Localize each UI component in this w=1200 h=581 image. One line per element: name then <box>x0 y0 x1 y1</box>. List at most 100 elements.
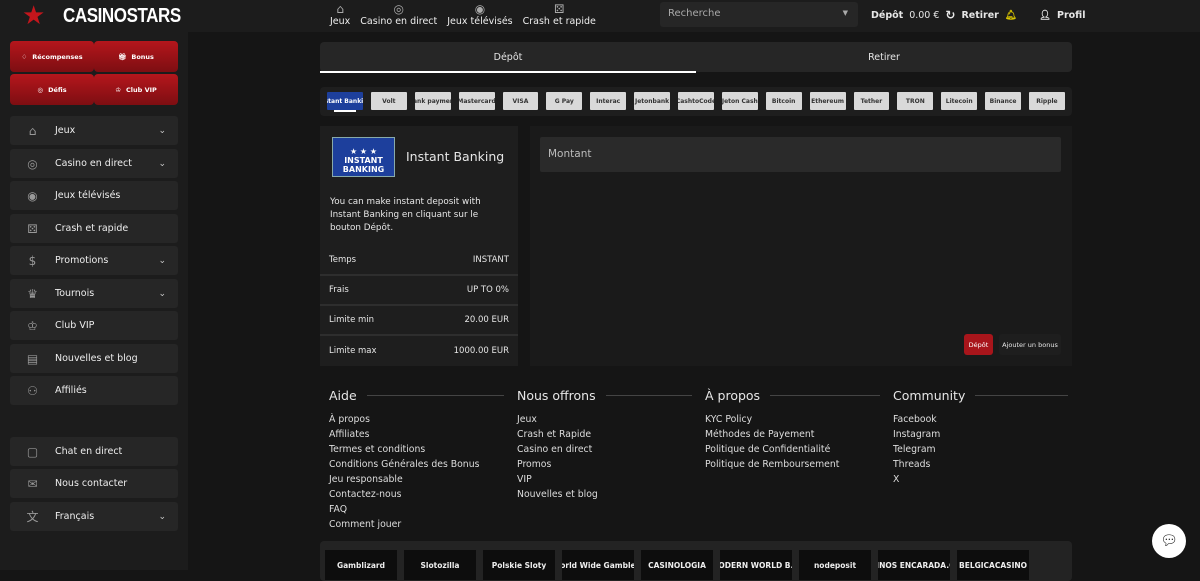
footer-heading: Nous offrons <box>517 388 692 403</box>
row-value: 20.00 EUR <box>464 315 509 325</box>
footer-link[interactable]: Jeux <box>517 412 692 427</box>
chevron-down-icon: ⌄ <box>158 511 166 522</box>
nav-crash-et-rapide[interactable]: ⚄ Crash et rapide <box>523 0 596 27</box>
payment-method[interactable]: Ripple <box>1029 92 1065 110</box>
nav-jeux[interactable]: ⌂ Jeux <box>330 0 350 27</box>
payment-method[interactable]: Bitcoin <box>765 92 802 110</box>
sidebar-item-crash[interactable]: ⚄ Crash et rapide <box>10 214 178 243</box>
partner-logo[interactable]: Gamblizard <box>325 550 397 580</box>
payment-method[interactable]: Instant Banking <box>327 92 363 110</box>
footer-link[interactable]: Contactez-nous <box>329 487 504 502</box>
challenges-button[interactable]: ◎ Défis <box>10 74 94 105</box>
nav-jeux-televises[interactable]: ◉ Jeux télévisés <box>447 0 512 27</box>
partner-logo[interactable]: nodeposit <box>799 550 871 580</box>
footer-link[interactable]: Politique de Confidentialité <box>705 442 880 457</box>
nav-casino-en-direct[interactable]: ◎ Casino en direct <box>360 0 437 27</box>
crown-icon: ♔ <box>115 85 122 94</box>
payment-method[interactable]: Bank payment <box>414 92 451 110</box>
sidebar-item-contact[interactable]: ✉ Nous contacter <box>10 469 178 498</box>
payment-method[interactable]: Ethereum <box>809 92 846 110</box>
sidebar-item-jeux-televises[interactable]: ◉ Jeux télévisés <box>10 181 178 210</box>
info-row: Limite max 1000.00 EUR <box>320 336 518 366</box>
footer-link[interactable]: Méthodes de Payement <box>705 427 880 442</box>
gift-icon: 🎁︎ <box>118 52 127 61</box>
footer-link[interactable]: FAQ <box>329 502 504 517</box>
bonus-button[interactable]: 🎁︎ Bonus <box>94 41 178 72</box>
bell-icon[interactable]: 🔔︎ <box>1005 10 1017 21</box>
tab-depot[interactable]: Dépôt <box>320 42 696 73</box>
footer-link[interactable]: Comment jouer <box>329 517 504 532</box>
payment-method[interactable]: Jeton Cash <box>721 92 758 110</box>
footer-link[interactable]: Jeu responsable <box>329 472 504 487</box>
footer-link[interactable]: Casino en direct <box>517 442 692 457</box>
search-input[interactable]: Recherche ▼ <box>660 2 858 27</box>
footer-link[interactable]: Conditions Générales des Bonus <box>329 457 504 472</box>
item-label: Casino en direct <box>55 158 132 169</box>
method-description: You can make instant deposit with Instan… <box>330 197 481 233</box>
footer-link[interactable]: Promos <box>517 457 692 472</box>
payment-method[interactable]: CashtoCode <box>678 92 714 110</box>
payment-method[interactable]: Mastercard <box>458 92 495 110</box>
footer-column: Nous offrons Jeux Crash et Rapide Casino en… <box>517 388 692 502</box>
payment-method[interactable]: Jetonbank <box>634 92 670 110</box>
payment-method[interactable]: Tether <box>853 92 890 110</box>
language-select[interactable]: 文 Français ⌄ <box>10 502 178 531</box>
footer-link[interactable]: Nouvelles et blog <box>517 487 692 502</box>
rewards-button[interactable]: ♢ Récompenses <box>10 41 94 72</box>
footer-link[interactable]: Affiliates <box>329 427 504 442</box>
amount-placeholder: Montant <box>548 148 592 160</box>
refresh-icon[interactable]: ↻ <box>945 8 955 22</box>
method-title: Instant Banking <box>406 149 505 164</box>
withdraw-link[interactable]: Retirer <box>961 10 998 21</box>
item-label: Jeux <box>55 125 76 136</box>
payment-method[interactable]: G Pay <box>546 92 583 110</box>
partner-logo[interactable]: World Wide Gamblers <box>562 550 634 580</box>
item-label: Jeux télévisés <box>55 190 121 201</box>
club-vip-button[interactable]: ♔ Club VIP <box>94 74 178 105</box>
footer-link[interactable]: Termes et conditions <box>329 442 504 457</box>
sidebar-item-jeux[interactable]: ⌂ Jeux ⌄ <box>10 116 178 145</box>
partner-logo[interactable]: Slotozilla <box>404 550 476 580</box>
tab-retirer[interactable]: Retirer <box>696 42 1072 72</box>
partner-logo[interactable]: MODERN WORLD B.V. <box>720 550 792 580</box>
payment-method[interactable]: Binance <box>985 92 1021 110</box>
footer-link[interactable]: Threads <box>893 457 1068 472</box>
payment-method[interactable]: VISA <box>502 92 539 110</box>
footer-link[interactable]: Facebook <box>893 412 1068 427</box>
sidebar-item-club-vip[interactable]: ♔ Club VIP <box>10 311 178 340</box>
footer-link[interactable]: Politique de Remboursement <box>705 457 880 472</box>
add-bonus-button[interactable]: Ajouter un bonus <box>999 334 1061 355</box>
partner-logo[interactable]: Polskie Sloty <box>483 550 555 580</box>
sidebar-item-chat[interactable]: ▢ Chat en direct <box>10 437 178 466</box>
profile-link[interactable]: Profil <box>1057 10 1085 21</box>
partner-logo[interactable]: BELGICACASINO <box>957 550 1029 580</box>
sidebar-item-affilies[interactable]: ⚇ Affiliés <box>10 376 178 405</box>
payment-method[interactable]: Volt <box>370 92 407 110</box>
account-bar: Dépôt 0.00 € ↻ Retirer 🔔︎ 👤︎ Profil <box>871 8 1085 22</box>
footer-link[interactable]: X <box>893 472 1068 487</box>
deposit-button[interactable]: Dépôt <box>964 334 993 355</box>
footer-link[interactable]: Telegram <box>893 442 1068 457</box>
payment-method[interactable]: Litecoin <box>941 92 978 110</box>
partner-logo[interactable]: CASINOS ENCARADA.COM <box>878 550 950 580</box>
footer-heading: Community <box>893 388 1068 403</box>
footer-link[interactable]: Instagram <box>893 427 1068 442</box>
footer-link[interactable]: À propos <box>329 412 504 427</box>
chat-bubble-icon[interactable]: 💬︎ <box>1152 524 1186 558</box>
deposit-link[interactable]: Dépôt <box>871 10 903 21</box>
partner-logo[interactable]: CASINOLOGIA <box>641 550 713 580</box>
sidebar-item-tournois[interactable]: ♛ Tournois ⌄ <box>10 279 178 308</box>
sidebar-item-blog[interactable]: ▤ Nouvelles et blog <box>10 344 178 373</box>
mail-icon: ✉ <box>27 476 38 491</box>
logo[interactable]: ★ CASINOSTARS <box>22 2 202 30</box>
sidebar-item-promotions[interactable]: $ Promotions ⌄ <box>10 246 178 275</box>
footer-link[interactable]: Crash et Rapide <box>517 427 692 442</box>
sidebar-item-casino-en-direct[interactable]: ◎ Casino en direct ⌄ <box>10 149 178 178</box>
footer-link[interactable]: KYC Policy <box>705 412 880 427</box>
footer-link[interactable]: VIP <box>517 472 692 487</box>
amount-input[interactable]: Montant <box>540 137 1061 172</box>
button-label: Club VIP <box>126 85 157 94</box>
payment-method[interactable]: Interac <box>590 92 627 110</box>
payment-method[interactable]: TRON <box>897 92 934 110</box>
footer-column: Community Facebook Instagram Telegram Thread… <box>893 388 1068 487</box>
